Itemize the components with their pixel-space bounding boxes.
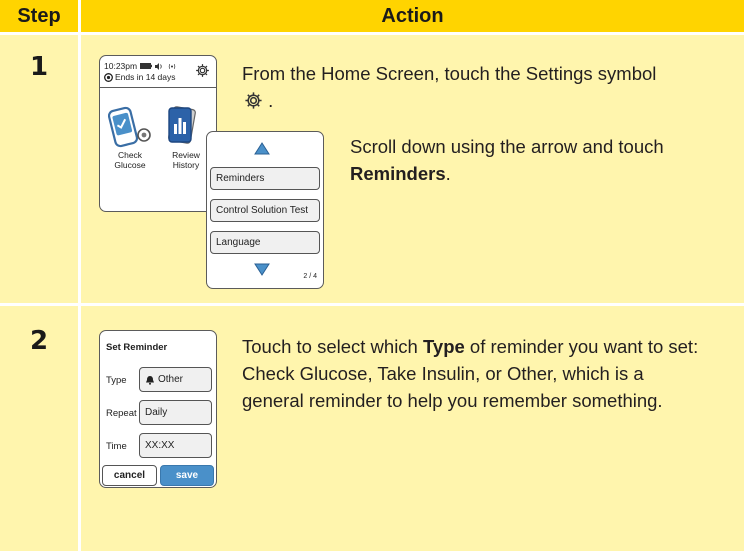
home-screen: 10:23pm Ends in 14 days Check Glucose Re… <box>99 55 217 212</box>
signal-icon <box>168 63 176 69</box>
menu-item-reminders[interactable]: Reminders <box>210 167 320 190</box>
menu-item-label: Language <box>216 237 261 248</box>
review-history-label[interactable]: Review History <box>162 150 210 170</box>
menu-item-label: Reminders <box>216 173 265 184</box>
scroll-instruction-bold: Reminders <box>350 163 446 184</box>
menu-item-language[interactable]: Language <box>210 231 320 254</box>
settings-gear-icon[interactable] <box>195 63 210 78</box>
status-bar: 10:23pm <box>104 61 177 71</box>
check-label-line-2: Glucose <box>114 160 146 170</box>
battery-icon <box>140 63 153 69</box>
sensor-icon <box>104 72 113 82</box>
scroll-instruction-end: . <box>445 163 451 184</box>
type-value: Other <box>158 374 184 385</box>
cancel-label: cancel <box>113 470 146 481</box>
step-number-1: 1 <box>29 52 49 82</box>
type-selector[interactable]: Other <box>139 367 212 392</box>
cancel-button[interactable]: cancel <box>102 465 157 486</box>
scroll-instruction-text: Scroll down using the arrow and touch <box>350 136 664 157</box>
step-header-label: Step <box>17 4 61 27</box>
sensor-status-text: Ends in 14 days <box>115 72 176 82</box>
check-label-line-1: Check <box>117 150 143 160</box>
step-1-instruction-period: . <box>268 90 274 111</box>
menu-item-label: Control Solution Test <box>216 205 309 216</box>
divider <box>100 87 216 88</box>
time-field[interactable]: XX:XX <box>139 433 212 458</box>
check-glucose-icon[interactable] <box>108 106 152 148</box>
review-label-line-2: History <box>172 160 200 170</box>
step-column-header: Step <box>0 0 78 32</box>
settings-menu-screen: Reminders Control Solution Test Language… <box>206 131 324 289</box>
scroll-down-arrow-icon[interactable] <box>254 263 270 276</box>
save-label: save <box>175 470 199 481</box>
check-glucose-label[interactable]: Check Glucose <box>106 150 154 170</box>
step-2-text-pre: Touch to select which <box>242 336 423 357</box>
time-label: Time <box>106 441 127 452</box>
review-label-line-1: Review <box>172 150 200 160</box>
set-reminder-screen: Set Reminder Type Other Repeat Daily Tim… <box>99 330 217 488</box>
step-1-scroll-instruction: Scroll down using the arrow and touch Re… <box>350 133 690 187</box>
review-history-icon[interactable] <box>166 104 200 148</box>
repeat-label: Repeat <box>106 408 137 419</box>
time-display: 10:23pm <box>104 61 138 71</box>
page-indicator: 2 / 4 <box>303 273 317 280</box>
repeat-value: Daily <box>145 407 168 418</box>
step-1-instruction: From the Home Screen, touch the Settings… <box>242 60 672 114</box>
menu-item-control-solution-test[interactable]: Control Solution Test <box>210 199 320 222</box>
set-reminder-title: Set Reminder <box>106 342 168 353</box>
bell-icon <box>146 375 154 385</box>
step-2-text-bold: Type <box>422 336 465 357</box>
action-column-header: Action <box>81 0 744 32</box>
step-1-instruction-text: From the Home Screen, touch the Settings… <box>242 63 657 84</box>
settings-symbol-icon <box>245 92 262 109</box>
step-2-instruction: Touch to select which Type of reminder y… <box>242 333 704 414</box>
time-value: XX:XX <box>145 440 175 451</box>
step-number-2: 2 <box>29 326 49 356</box>
sound-icon <box>155 62 162 70</box>
scroll-up-arrow-icon[interactable] <box>254 142 270 155</box>
repeat-selector[interactable]: Daily <box>139 400 212 425</box>
save-button[interactable]: save <box>160 465 214 486</box>
action-header-label: Action <box>381 4 444 27</box>
type-label: Type <box>106 375 127 386</box>
sensor-status: Ends in 14 days <box>104 72 175 82</box>
